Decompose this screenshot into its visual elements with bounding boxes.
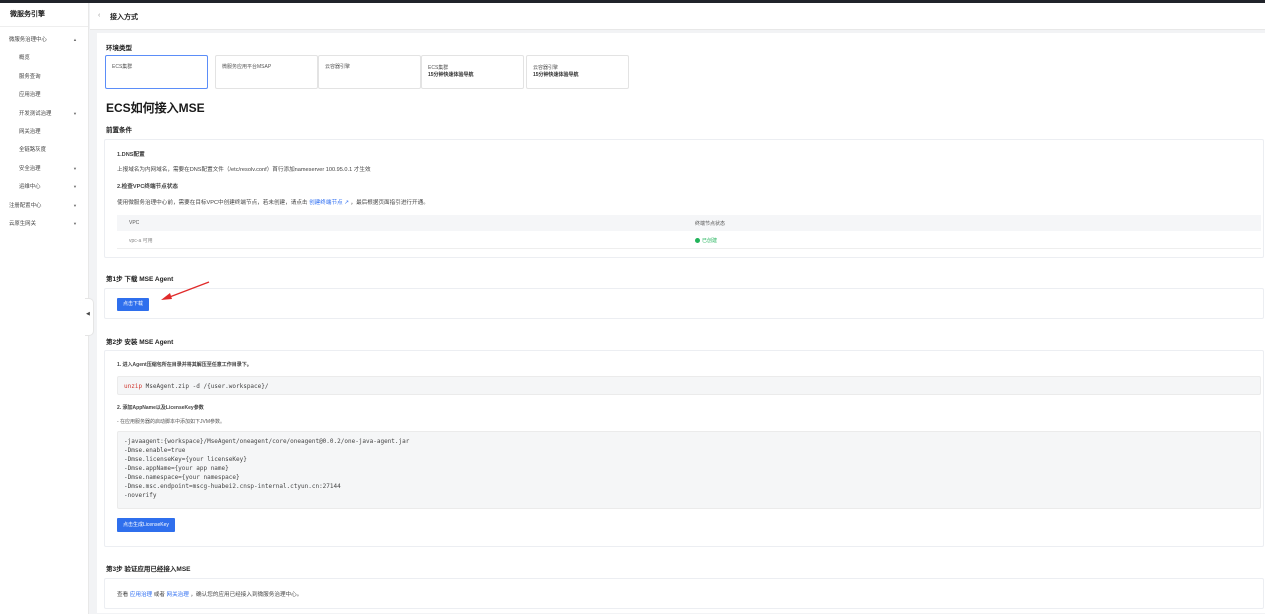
cmd-keyword: unzip	[124, 383, 143, 390]
th-endpoint-status: 终端节点状态	[695, 221, 726, 227]
cell-vpc: vpc-a 可用	[129, 238, 153, 244]
code-line: -Dmse.namespace={your namespace}	[124, 474, 240, 481]
sidebar: 微服务引擎 微服务治理中心 ▲ 概览 服务查询 应用治理 开发测试治理 ▼ 网关治理…	[0, 3, 89, 614]
sidebar-item-full-link-gray[interactable]: 全链路灰度	[0, 141, 88, 159]
caret-up-icon: ▲	[73, 37, 77, 42]
code-line: -Dmse.msc.endpoint=mscg-huabei2.cnsp-int…	[124, 483, 341, 490]
step1-title: 第1步 下载 MSE Agent	[106, 276, 174, 283]
step3-text: 查看 应用治理 或者 网关治理 ，确认您的应用已经接入到微服务治理中心。	[117, 592, 303, 598]
dns-text: 上报域名为内网域名，需要在DNS配置文件（/etc/resolv.conf）首行…	[117, 167, 371, 173]
prereq-label: 前置条件	[106, 127, 132, 134]
download-button[interactable]: 点击下载	[117, 298, 150, 311]
jvm-params-code: -javaagent:{workspace}/MseAgent/oneagent…	[117, 431, 1261, 509]
sidebar-item-cloud-native-gateway[interactable]: 云原生网关 ▼	[0, 215, 88, 233]
step2-panel: 1. 进入Agent压缩包所在目录并将其解压至任意工作目录下。 unzip Ms…	[104, 350, 1264, 547]
caret-down-icon: ▼	[73, 202, 77, 208]
page-header: ‹ 接入方式	[90, 3, 1265, 30]
sidebar-item-security[interactable]: 安全治理 ▼	[0, 160, 88, 178]
sidebar-item-governance-center[interactable]: 微服务治理中心 ▲	[0, 31, 88, 49]
step2-sub2-note: - 在应用服务器的启动脚本中添加如下JVM参数。	[117, 419, 226, 425]
env-card-container-guide[interactable]: 云容器引擎 15分钟快速体验导航	[526, 55, 629, 89]
sidebar-item-registry-config[interactable]: 注册配置中心 ▼	[0, 197, 88, 215]
page-header-title: 接入方式	[110, 14, 138, 21]
table-header: VPC 终端节点状态	[117, 215, 1261, 231]
th-vpc: VPC	[129, 220, 140, 226]
code-line: -javaagent:{workspace}/MseAgent/oneagent…	[124, 438, 410, 445]
env-card-msap[interactable]: 微服务应用平台MSAP	[215, 55, 318, 89]
main-content: 环境类型 ECS集群 微服务应用平台MSAP 云容器引擎 ECS集群 15分钟快…	[97, 33, 1265, 613]
step2-sub1: 1. 进入Agent压缩包所在目录并将其解压至任意工作目录下。	[117, 362, 252, 368]
external-link-icon[interactable]: ↗	[344, 200, 349, 206]
sidebar-item-overview[interactable]: 概览	[0, 49, 88, 67]
caret-down-icon: ▼	[73, 184, 77, 190]
gateway-governance-link[interactable]: 网关治理	[166, 592, 188, 598]
step3-panel: 查看 应用治理 或者 网关治理 ，确认您的应用已经接入到微服务治理中心。	[104, 578, 1264, 609]
sidebar-collapse-handle[interactable]: ◀	[85, 298, 94, 336]
sidebar-item-dev-test[interactable]: 开发测试治理 ▼	[0, 105, 88, 123]
cell-status: 已创建	[695, 237, 717, 244]
vpc-text: 使用微服务治理中心前，需要在目标VPC中创建终端节点，若未创建，请点击 创建终端…	[117, 200, 429, 206]
app-governance-link[interactable]: 应用治理	[130, 592, 152, 598]
sidebar-nav: 微服务治理中心 ▲ 概览 服务查询 应用治理 开发测试治理 ▼ 网关治理 全链路灰度…	[0, 27, 88, 233]
env-card-ecs-guide[interactable]: ECS集群 15分钟快速体验导航	[421, 55, 524, 89]
create-endpoint-link[interactable]: 创建终端节点	[309, 200, 343, 206]
step2-sub2: 2. 添加AppName以及LicenseKey参数	[117, 405, 204, 411]
prereq-panel: 1.DNS配置 上报域名为内网域名，需要在DNS配置文件（/etc/resolv…	[104, 139, 1264, 258]
status-dot-icon	[695, 238, 700, 243]
caret-down-icon: ▼	[73, 165, 77, 171]
table-row: vpc-a 可用 已创建	[117, 231, 1261, 249]
back-arrow-icon[interactable]: ‹	[98, 12, 100, 19]
env-type-label: 环境类型	[106, 45, 132, 52]
dns-title: 1.DNS配置	[117, 152, 145, 158]
code-line: -noverify	[124, 492, 157, 499]
code-line: -Dmse.enable=true	[124, 447, 186, 454]
vpc-table: VPC 终端节点状态 vpc-a 可用 已创建	[117, 215, 1261, 249]
page-title: ECS如何接入MSE	[106, 101, 205, 115]
step2-title: 第2步 安装 MSE Agent	[106, 339, 174, 346]
collapse-icon: ◀	[86, 311, 90, 317]
code-line: -Dmse.appName={your app name}	[124, 465, 229, 472]
env-card-ecs[interactable]: ECS集群	[105, 55, 208, 89]
sidebar-item-ops-center[interactable]: 运维中心 ▼	[0, 178, 88, 196]
sidebar-brand: 微服务引擎	[0, 3, 88, 27]
generate-licensekey-button[interactable]: 点击生成LicenseKey	[117, 518, 175, 532]
cmd-args: MseAgent.zip -d /{user.workspace}/	[142, 383, 269, 390]
code-line: -Dmse.licenseKey={your licenseKey}	[124, 456, 247, 463]
step3-title: 第3步 验证应用已经接入MSE	[106, 566, 191, 573]
vpc-title: 2.检查VPC终端节点状态	[117, 184, 178, 190]
caret-down-icon: ▼	[73, 110, 77, 116]
step1-panel: 点击下载	[104, 288, 1264, 319]
env-card-container-engine[interactable]: 云容器引擎	[318, 55, 421, 89]
caret-down-icon: ▼	[73, 220, 77, 226]
unzip-command: unzip MseAgent.zip -d /{user.workspace}/	[117, 376, 1261, 395]
sidebar-item-service-query[interactable]: 服务查询	[0, 68, 88, 86]
sidebar-item-app-governance[interactable]: 应用治理	[0, 86, 88, 104]
sidebar-item-gateway-governance[interactable]: 网关治理	[0, 123, 88, 141]
